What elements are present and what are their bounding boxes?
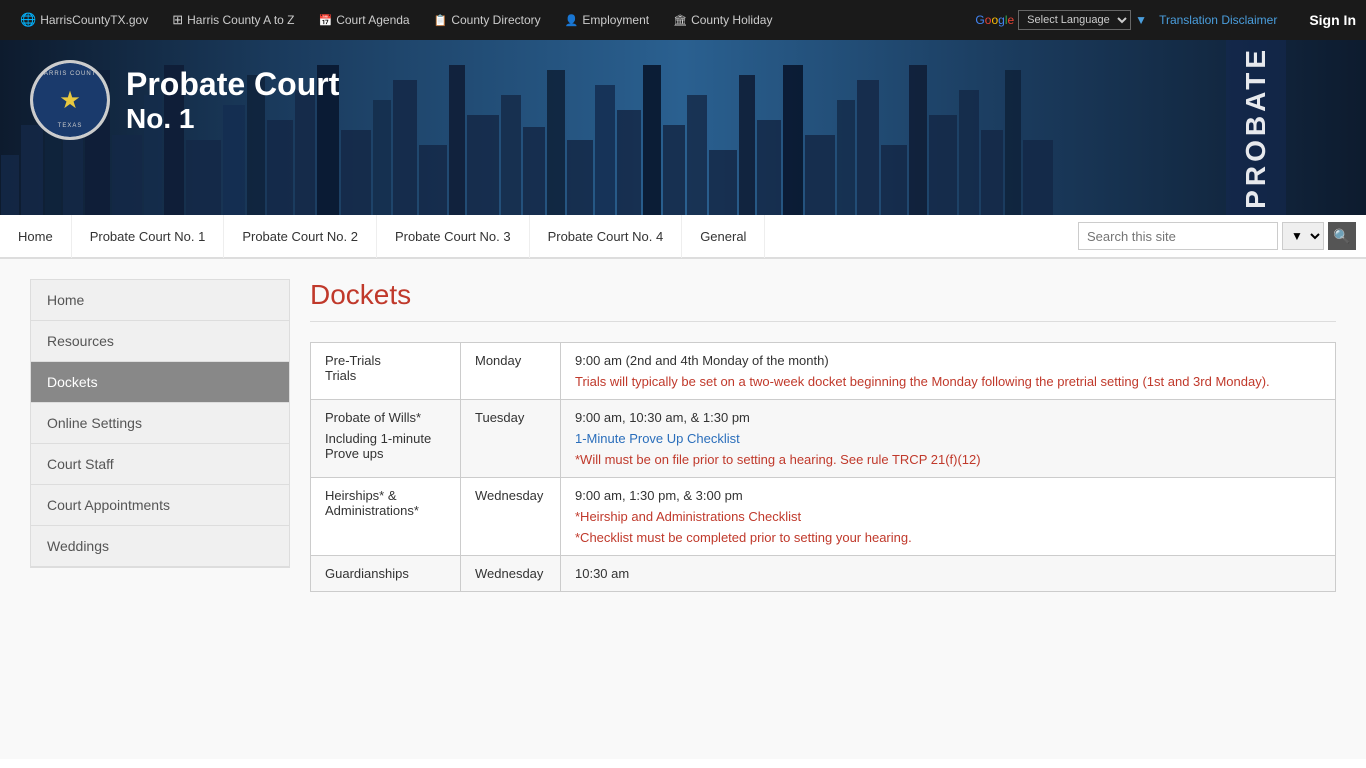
court-title-line1: Probate Court [126, 65, 339, 103]
sidebar-item-court-staff[interactable]: Court Staff [31, 444, 289, 485]
nav-probate-2[interactable]: Probate Court No. 2 [224, 214, 377, 258]
search-icon: 🔍 [1333, 228, 1350, 245]
type-administrations: Administrations* [325, 503, 446, 518]
court-title: Probate Court No. 1 [126, 65, 339, 135]
flag-icon: 🏛 [673, 14, 687, 27]
seal-text-top: HARRIS COUNTY [39, 71, 102, 77]
county-directory-label: County Directory [451, 13, 540, 27]
search-area: ▼ 🔍 [1068, 222, 1366, 250]
header-banner: HARRIS COUNTY ★ TEXAS Probate Court No. … [0, 40, 1366, 215]
type-pre-trials: Pre-Trials [325, 353, 446, 368]
detail-red-text: Trials will typically be set on a two-we… [575, 374, 1321, 389]
type-probate-wills: Probate of Wills* [325, 410, 446, 425]
search-dropdown[interactable]: ▼ [1282, 222, 1324, 250]
county-directory-link[interactable]: 📋 County Directory [424, 0, 551, 40]
type-heirships: Heirships* & [325, 488, 446, 503]
top-bar-right: Google Select Language Spanish French ▼ … [975, 10, 1356, 30]
harriscountytx-label: HarrisCountyTX.gov [40, 13, 148, 27]
sidebar-item-weddings[interactable]: Weddings [31, 526, 289, 567]
main-nav-links: Home Probate Court No. 1 Probate Court N… [0, 214, 1068, 258]
table-cell-type: Guardianships [311, 556, 461, 592]
sidebar-item-home[interactable]: Home [31, 280, 289, 321]
content-wrapper: Home Resources Dockets Online Settings C… [0, 259, 1366, 759]
court-agenda-label: Court Agenda [336, 13, 409, 27]
table-cell-day: Tuesday [461, 400, 561, 478]
table-cell-details: 9:00 am, 1:30 pm, & 3:00 pm *Heirship an… [561, 478, 1336, 556]
nav-home[interactable]: Home [0, 214, 72, 258]
top-bar: 🌐 HarrisCountyTX.gov ⊞ Harris County A t… [0, 0, 1366, 40]
header-logo-area: HARRIS COUNTY ★ TEXAS Probate Court No. … [30, 60, 339, 140]
type-trials: Trials [325, 368, 446, 383]
table-cell-details: 10:30 am [561, 556, 1336, 592]
harris-a-to-z-label: Harris County A to Z [187, 13, 294, 27]
table-row: Probate of Wills* Including 1-minute Pro… [311, 400, 1336, 478]
type-including: Including 1-minute [325, 431, 446, 446]
globe-icon: 🌐 [20, 12, 36, 28]
sidebar-container: Home Resources Dockets Online Settings C… [30, 279, 290, 568]
page-title: Dockets [310, 279, 1336, 322]
nav-general[interactable]: General [682, 214, 765, 258]
table-row: Pre-Trials Trials Monday 9:00 am (2nd an… [311, 343, 1336, 400]
table-row: Heirships* & Administrations* Wednesday … [311, 478, 1336, 556]
table-cell-type: Heirships* & Administrations* [311, 478, 461, 556]
detail-text: 10:30 am [575, 566, 1321, 581]
table-cell-type: Probate of Wills* Including 1-minute Pro… [311, 400, 461, 478]
county-holiday-label: County Holiday [691, 13, 772, 27]
seal-text-bottom: TEXAS [58, 123, 83, 129]
language-select[interactable]: Select Language Spanish French [1018, 10, 1131, 30]
search-button[interactable]: 🔍 [1328, 222, 1356, 250]
probate-vertical-text: PROBATE [1240, 46, 1272, 209]
detail-text: 9:00 am (2nd and 4th Monday of the month… [575, 353, 1321, 368]
court-title-line2: No. 1 [126, 103, 339, 135]
sidebar-item-resources[interactable]: Resources [31, 321, 289, 362]
book-icon: 📋 [434, 14, 448, 27]
table-cell-day: Wednesday [461, 556, 561, 592]
seal-inner: HARRIS COUNTY ★ TEXAS [33, 63, 107, 137]
search-input[interactable] [1078, 222, 1278, 250]
grid-icon: ⊞ [172, 12, 183, 28]
probate-right-panel: PROBATE [1226, 40, 1286, 215]
seal-star: ★ [59, 86, 81, 115]
sidebar-item-online-settings[interactable]: Online Settings [31, 403, 289, 444]
table-cell-details: 9:00 am, 10:30 am, & 1:30 pm 1-Minute Pr… [561, 400, 1336, 478]
sign-in-button[interactable]: Sign In [1309, 12, 1356, 28]
google-translate: Google Select Language Spanish French ▼ [975, 10, 1147, 30]
court-agenda-link[interactable]: 📅 Court Agenda [309, 0, 420, 40]
translation-disclaimer-link[interactable]: Translation Disclaimer [1159, 13, 1277, 27]
sidebar-item-dockets[interactable]: Dockets [31, 362, 289, 403]
person-icon: 👤 [565, 14, 579, 27]
prove-up-checklist-link[interactable]: 1-Minute Prove Up Checklist [575, 431, 740, 446]
table-cell-details: 9:00 am (2nd and 4th Monday of the month… [561, 343, 1336, 400]
detail-red-text2: *Checklist must be completed prior to se… [575, 530, 1321, 545]
nav-probate-1[interactable]: Probate Court No. 1 [72, 214, 225, 258]
county-holiday-link[interactable]: 🏛 County Holiday [663, 0, 782, 40]
detail-text: 9:00 am, 1:30 pm, & 3:00 pm [575, 488, 1321, 503]
table-cell-type: Pre-Trials Trials [311, 343, 461, 400]
chevron-icon: ▼ [1135, 13, 1147, 27]
detail-red-text: *Will must be on file prior to setting a… [575, 452, 1321, 467]
dockets-table: Pre-Trials Trials Monday 9:00 am (2nd an… [310, 342, 1336, 592]
main-nav: Home Probate Court No. 1 Probate Court N… [0, 215, 1366, 259]
harris-county-seal: HARRIS COUNTY ★ TEXAS [30, 60, 110, 140]
harriscountytx-link[interactable]: 🌐 HarrisCountyTX.gov [10, 0, 158, 40]
main-content: Dockets Pre-Trials Trials Monday 9:00 am… [310, 279, 1336, 739]
table-cell-day: Wednesday [461, 478, 561, 556]
heirship-checklist-link[interactable]: *Heirship and Administrations Checklist [575, 509, 801, 524]
sidebar-item-court-appointments[interactable]: Court Appointments [31, 485, 289, 526]
harris-a-to-z-link[interactable]: ⊞ Harris County A to Z [162, 0, 304, 40]
calendar-icon: 📅 [319, 14, 333, 27]
type-prove-ups: Prove ups [325, 446, 446, 461]
nav-probate-3[interactable]: Probate Court No. 3 [377, 214, 530, 258]
employment-link[interactable]: 👤 Employment [555, 0, 659, 40]
top-bar-links: 🌐 HarrisCountyTX.gov ⊞ Harris County A t… [10, 0, 975, 40]
table-row: Guardianships Wednesday 10:30 am [311, 556, 1336, 592]
table-cell-day: Monday [461, 343, 561, 400]
sidebar: Home Resources Dockets Online Settings C… [30, 279, 290, 739]
type-guardianships: Guardianships [325, 566, 446, 581]
employment-label: Employment [582, 13, 649, 27]
google-logo: Google [975, 13, 1014, 27]
detail-text: 9:00 am, 10:30 am, & 1:30 pm [575, 410, 1321, 425]
nav-probate-4[interactable]: Probate Court No. 4 [530, 214, 683, 258]
